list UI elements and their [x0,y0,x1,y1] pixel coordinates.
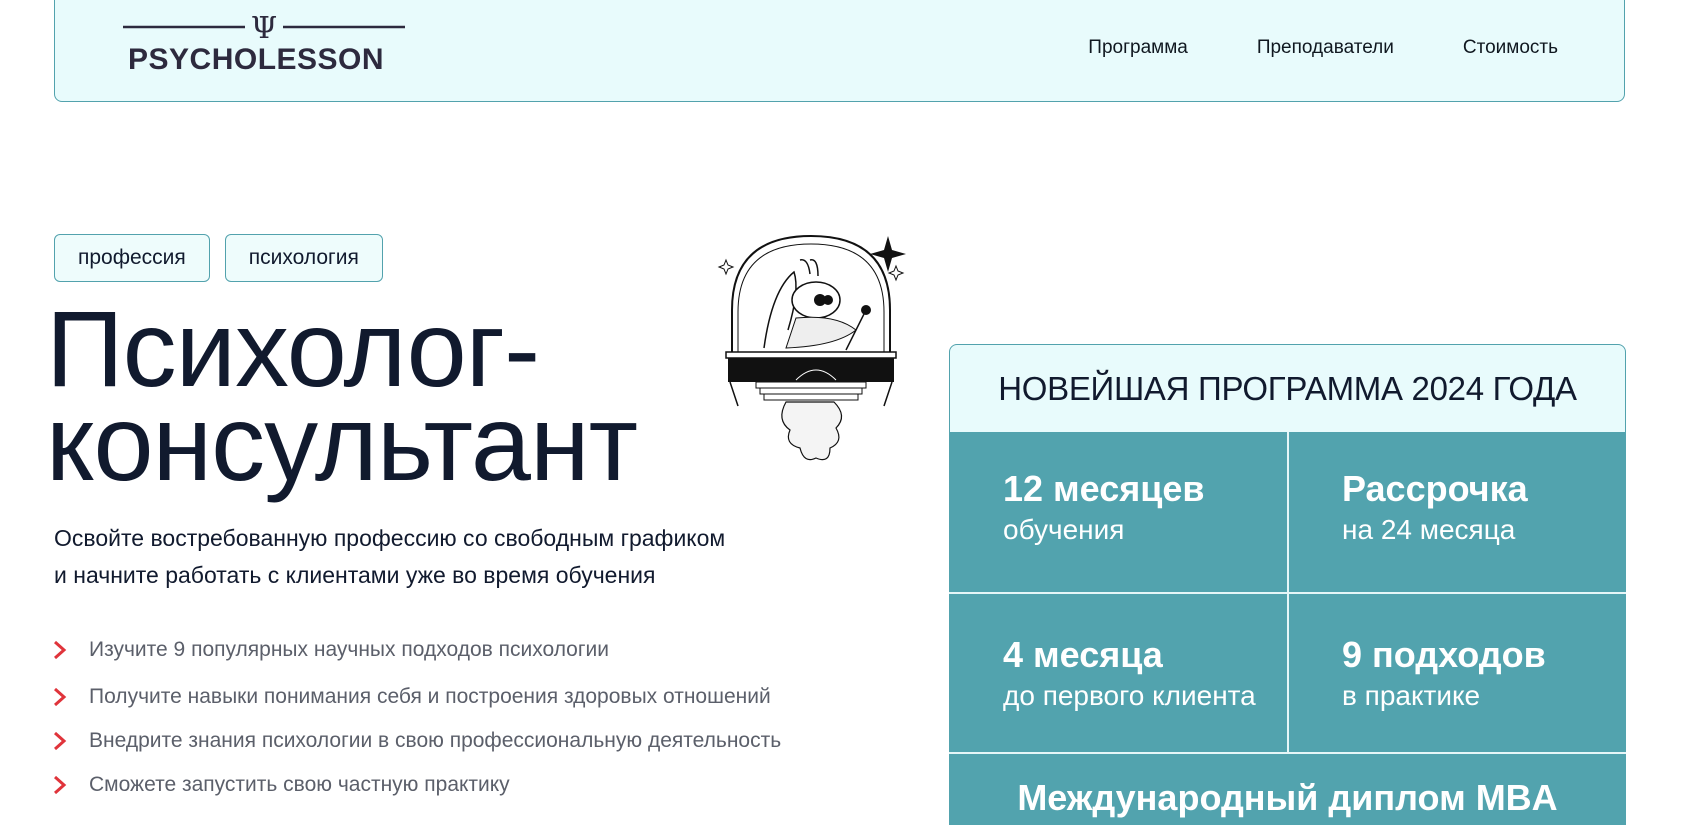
stat-label: до первого клиента [1003,680,1256,711]
stat-value: Рассрочка [1342,468,1528,509]
tag-psychology: психология [224,234,383,282]
list-item: Изучите 9 популярных научных подходов пс… [52,628,781,672]
benefit-text: Получите навыки понимания себя и построе… [89,685,771,708]
page-subtitle: Освойте востребованную профессию со своб… [54,520,874,594]
chevron-right-icon [54,640,67,660]
page-subtitle-line-2: и начните работать с клиентами уже во вр… [54,562,656,588]
main-nav: Программа Преподаватели Стоимость [1019,37,1558,59]
logo[interactable]: Ψ PSYCHOLESSON [123,11,405,79]
benefits-list: Изучите 9 популярных научных подходов пс… [52,628,781,807]
svg-text:Ψ: Ψ [251,11,277,41]
tag-list: профессия психология [54,234,383,282]
stat-value: 12 месяцев [1003,468,1205,509]
chevron-right-icon [54,775,67,795]
list-item: Внедрите знания психологии в свою профес… [52,719,781,763]
stat-label: на 24 месяца [1342,514,1516,545]
divider [949,592,1626,594]
stat-value: 9 подходов [1342,634,1546,675]
benefit-text: Внедрите знания психологии в свою профес… [89,729,782,752]
chevron-right-icon [54,687,67,707]
program-stats-grid: 12 месяцев обучения Рассрочка на 24 меся… [949,432,1626,825]
page-subtitle-line-1: Освойте востребованную профессию со своб… [54,525,726,551]
nav-price[interactable]: Стоимость [1463,37,1558,59]
stat-label: обучения [1003,514,1125,545]
site-header: Ψ PSYCHOLESSON Программа Преподаватели С… [54,0,1625,102]
list-item: Сможете запустить свою частную практику [52,763,781,807]
logo-text: PSYCHOLESSON [128,43,385,76]
tag-profession: профессия [54,234,210,282]
page-title: Психолог- консультант [46,295,638,503]
benefit-text: Сможете запустить свою частную практику [89,773,510,796]
chevron-right-icon [54,731,67,751]
nav-teachers[interactable]: Преподаватели [1257,37,1394,59]
stat-approaches: 9 подходов в практике [1342,634,1546,716]
nav-program[interactable]: Программа [1088,37,1188,59]
diploma-title: Международный диплом MBA [1017,777,1558,818]
stat-duration: 12 месяцев обучения [1003,468,1205,550]
benefit-text: Изучите 9 популярных научных подходов пс… [89,638,609,661]
stat-first-client: 4 месяца до первого клиента [1003,634,1256,716]
stat-label: в практике [1342,680,1481,711]
stat-value: 4 месяца [1003,634,1163,675]
psi-logo-icon: Ψ [123,11,405,41]
page-title-line-2: консультант [46,382,638,503]
program-card-title: НОВЕЙШАЯ ПРОГРАММА 2024 ГОДА [949,344,1626,433]
list-item: Получите навыки понимания себя и построе… [52,675,781,719]
program-card: НОВЕЙШАЯ ПРОГРАММА 2024 ГОДА 12 месяцев … [949,344,1626,825]
bell-jar-character-illustration [717,234,906,461]
divider [949,752,1626,754]
stat-installment: Рассрочка на 24 месяца [1342,468,1528,550]
